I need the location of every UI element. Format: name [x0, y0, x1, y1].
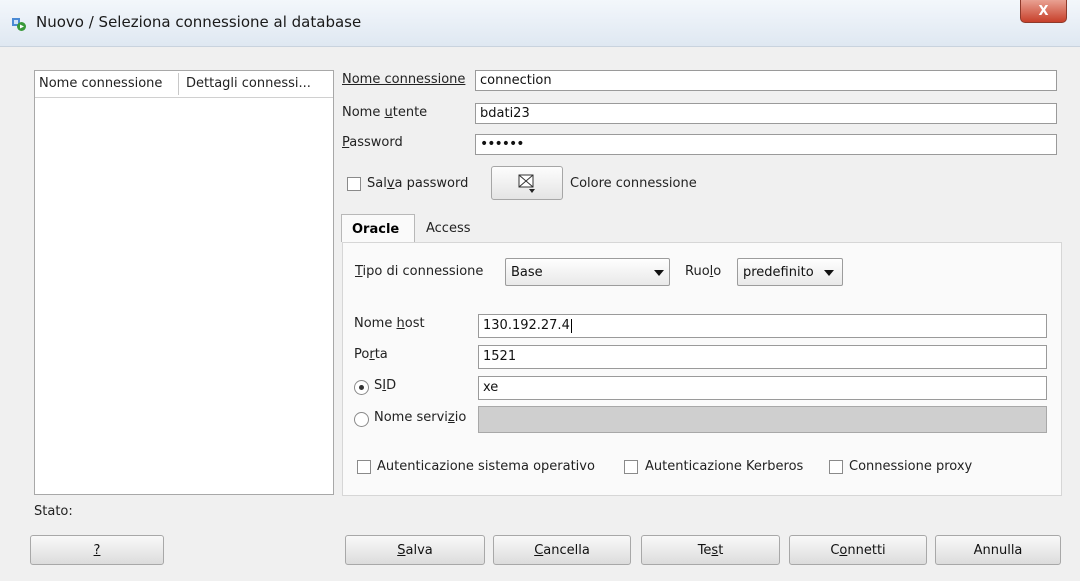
status-label: Stato: [34, 504, 73, 519]
tab-access[interactable]: Access [416, 214, 486, 242]
hostname-input[interactable]: 130.192.27.4 [478, 314, 1047, 338]
service-name-radio[interactable] [354, 412, 369, 427]
title-bar: Nuovo / Seleziona connessione al databas… [0, 0, 1080, 47]
service-name-input [478, 406, 1047, 433]
oracle-tab-panel [342, 242, 1062, 496]
connection-type-label: Tipo di connessione [355, 264, 484, 279]
sid-radio[interactable] [354, 380, 369, 395]
password-input[interactable]: •••••• [475, 134, 1057, 155]
window-title: Nuovo / Seleziona connessione al databas… [36, 13, 362, 31]
connection-list[interactable]: Nome connessione Dettagli connessi... [34, 70, 334, 495]
close-window-button[interactable]: X [1020, 0, 1067, 23]
color-picker-icon [518, 174, 535, 193]
connect-button[interactable]: Connetti [789, 535, 927, 565]
kerberos-auth-label: Autenticazione Kerberos [645, 459, 804, 474]
save-password-checkbox[interactable] [347, 177, 361, 191]
username-input[interactable]: bdati23 [475, 103, 1057, 124]
chevron-down-icon [654, 270, 664, 276]
cancel-button[interactable]: Annulla [935, 535, 1061, 565]
password-label: Password [342, 135, 403, 150]
connection-color-label: Colore connessione [570, 176, 697, 191]
text-cursor [570, 318, 572, 333]
connection-name-input[interactable]: connection [475, 70, 1057, 91]
sid-label: SID [374, 378, 397, 393]
proxy-connection-label: Connessione proxy [849, 459, 973, 474]
role-select[interactable]: predefinito [737, 258, 843, 286]
column-separator[interactable] [178, 73, 179, 95]
radio-selected-dot [359, 385, 364, 390]
os-auth-label: Autenticazione sistema operativo [377, 459, 595, 474]
connection-type-select[interactable]: Base [505, 258, 670, 286]
port-input[interactable]: 1521 [478, 345, 1047, 369]
close-icon: X [1038, 3, 1049, 19]
service-name-label: Nome servizio [374, 410, 467, 425]
sid-input[interactable]: xe [478, 376, 1047, 400]
column-header-details[interactable]: Dettagli connessi... [186, 76, 311, 91]
help-button[interactable]: ? [30, 535, 164, 565]
kerberos-auth-checkbox[interactable] [624, 460, 638, 474]
save-password-label: Salva password [367, 176, 469, 191]
proxy-connection-checkbox[interactable] [829, 460, 843, 474]
test-button[interactable]: Test [641, 535, 780, 565]
role-label: Ruolo [685, 264, 722, 279]
chevron-down-icon [824, 270, 834, 276]
tab-oracle[interactable]: Oracle [341, 214, 415, 242]
save-button[interactable]: Salva [345, 535, 485, 565]
connection-color-button[interactable] [491, 166, 563, 200]
column-header-name[interactable]: Nome connessione [39, 76, 162, 91]
database-connection-icon [12, 18, 26, 31]
hostname-label: Nome host [354, 316, 425, 331]
username-label: Nome utente [342, 105, 428, 120]
port-label: Porta [354, 347, 388, 362]
connection-list-header: Nome connessione Dettagli connessi... [35, 71, 333, 98]
clear-button[interactable]: Cancella [493, 535, 631, 565]
os-auth-checkbox[interactable] [357, 460, 371, 474]
connection-name-label: Nome connessione [342, 72, 466, 87]
